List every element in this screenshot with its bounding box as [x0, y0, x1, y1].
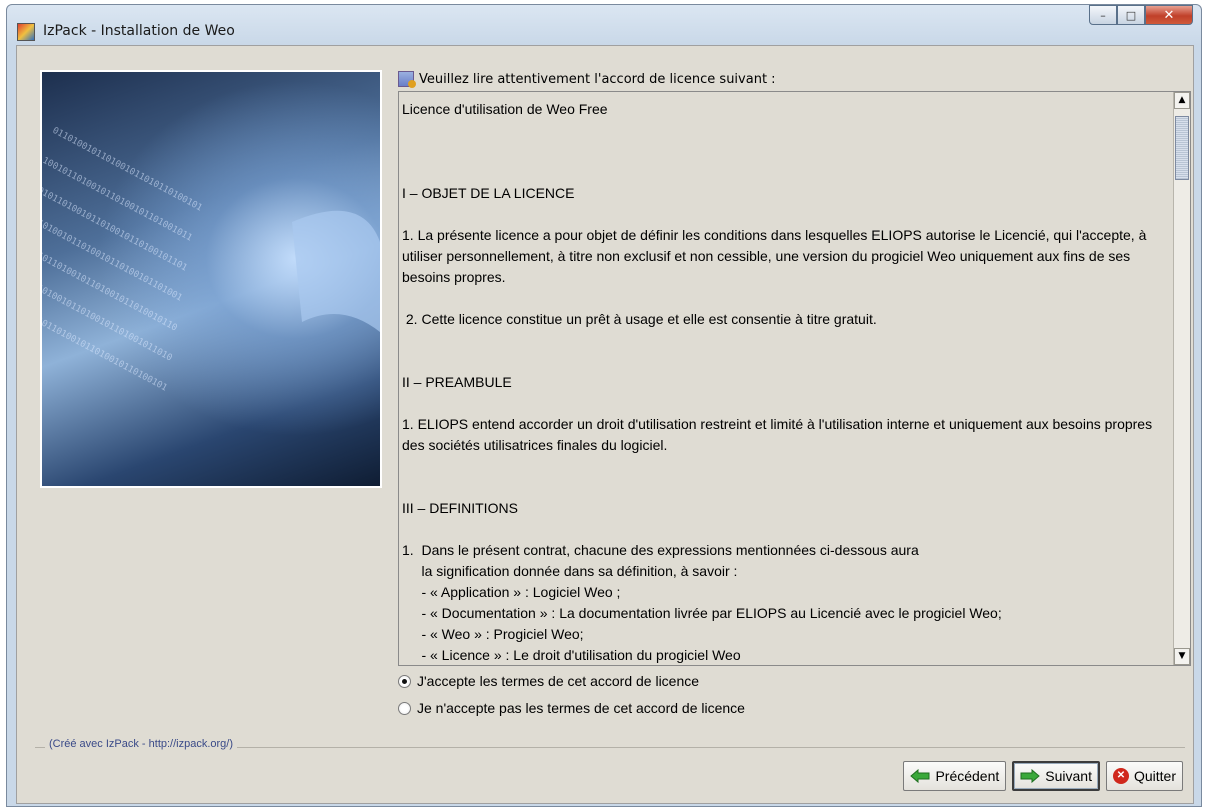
window-title: IzPack - Installation de Weo	[43, 23, 235, 39]
next-label: Suivant	[1045, 768, 1092, 784]
next-button[interactable]: Suivant	[1012, 761, 1100, 791]
license-doc-icon	[398, 71, 416, 88]
close-button[interactable]: ✕	[1145, 5, 1193, 25]
izpack-app-icon	[17, 23, 35, 41]
binary-ribbon-image: 0110100101101001011010110100101 10010110…	[40, 70, 382, 488]
license-text-area[interactable]: Licence d'utilisation de Weo Free I – OB…	[398, 91, 1191, 666]
decline-radio[interactable]	[398, 701, 411, 715]
accept-label[interactable]: J'accepte les termes de cet accord de li…	[417, 673, 699, 689]
quit-button[interactable]: ✕ Quitter	[1105, 761, 1183, 791]
previous-label: Précédent	[935, 768, 1000, 784]
license-header-text: Veuillez lire attentivement l'accord de …	[419, 71, 776, 87]
installer-panel: 0110100101101001011010110100101 10010110…	[16, 45, 1194, 804]
izpack-credit: (Créé avec IzPack - http://izpack.org/)	[45, 738, 238, 750]
maximize-button[interactable]: □	[1117, 5, 1145, 25]
arrow-right-icon	[1020, 769, 1041, 783]
decline-option[interactable]: Je n'accepte pas les termes de cet accor…	[398, 700, 745, 716]
decline-label[interactable]: Je n'accepte pas les termes de cet accor…	[417, 700, 745, 716]
minimize-button[interactable]: –	[1089, 5, 1117, 25]
scroll-up-icon[interactable]: ▲	[1174, 92, 1190, 109]
minimize-icon: –	[1100, 8, 1106, 22]
navigation-buttons: Précédent Suivant ✕ Quitter	[903, 761, 1183, 791]
previous-button[interactable]: Précédent	[903, 761, 1007, 791]
license-text[interactable]: Licence d'utilisation de Weo Free I – OB…	[399, 92, 1173, 665]
window-controls: – □ ✕	[1089, 5, 1193, 25]
scroll-thumb[interactable]	[1175, 116, 1189, 180]
accept-radio[interactable]	[398, 674, 411, 688]
close-circle-icon: ✕	[1112, 768, 1129, 784]
scroll-down-icon[interactable]: ▼	[1174, 648, 1190, 665]
maximize-icon: □	[1125, 8, 1137, 22]
quit-label: Quitter	[1133, 768, 1176, 784]
close-icon: ✕	[1163, 7, 1175, 23]
accept-option[interactable]: J'accepte les termes de cet accord de li…	[398, 673, 699, 689]
title-bar[interactable]: IzPack - Installation de Weo – □ ✕	[7, 5, 1201, 43]
license-header: Veuillez lire attentivement l'accord de …	[398, 71, 776, 88]
installer-window: IzPack - Installation de Weo – □ ✕ 01101…	[6, 4, 1202, 807]
arrow-left-icon	[910, 769, 930, 783]
vertical-scrollbar[interactable]: ▲ ▼	[1173, 92, 1190, 665]
